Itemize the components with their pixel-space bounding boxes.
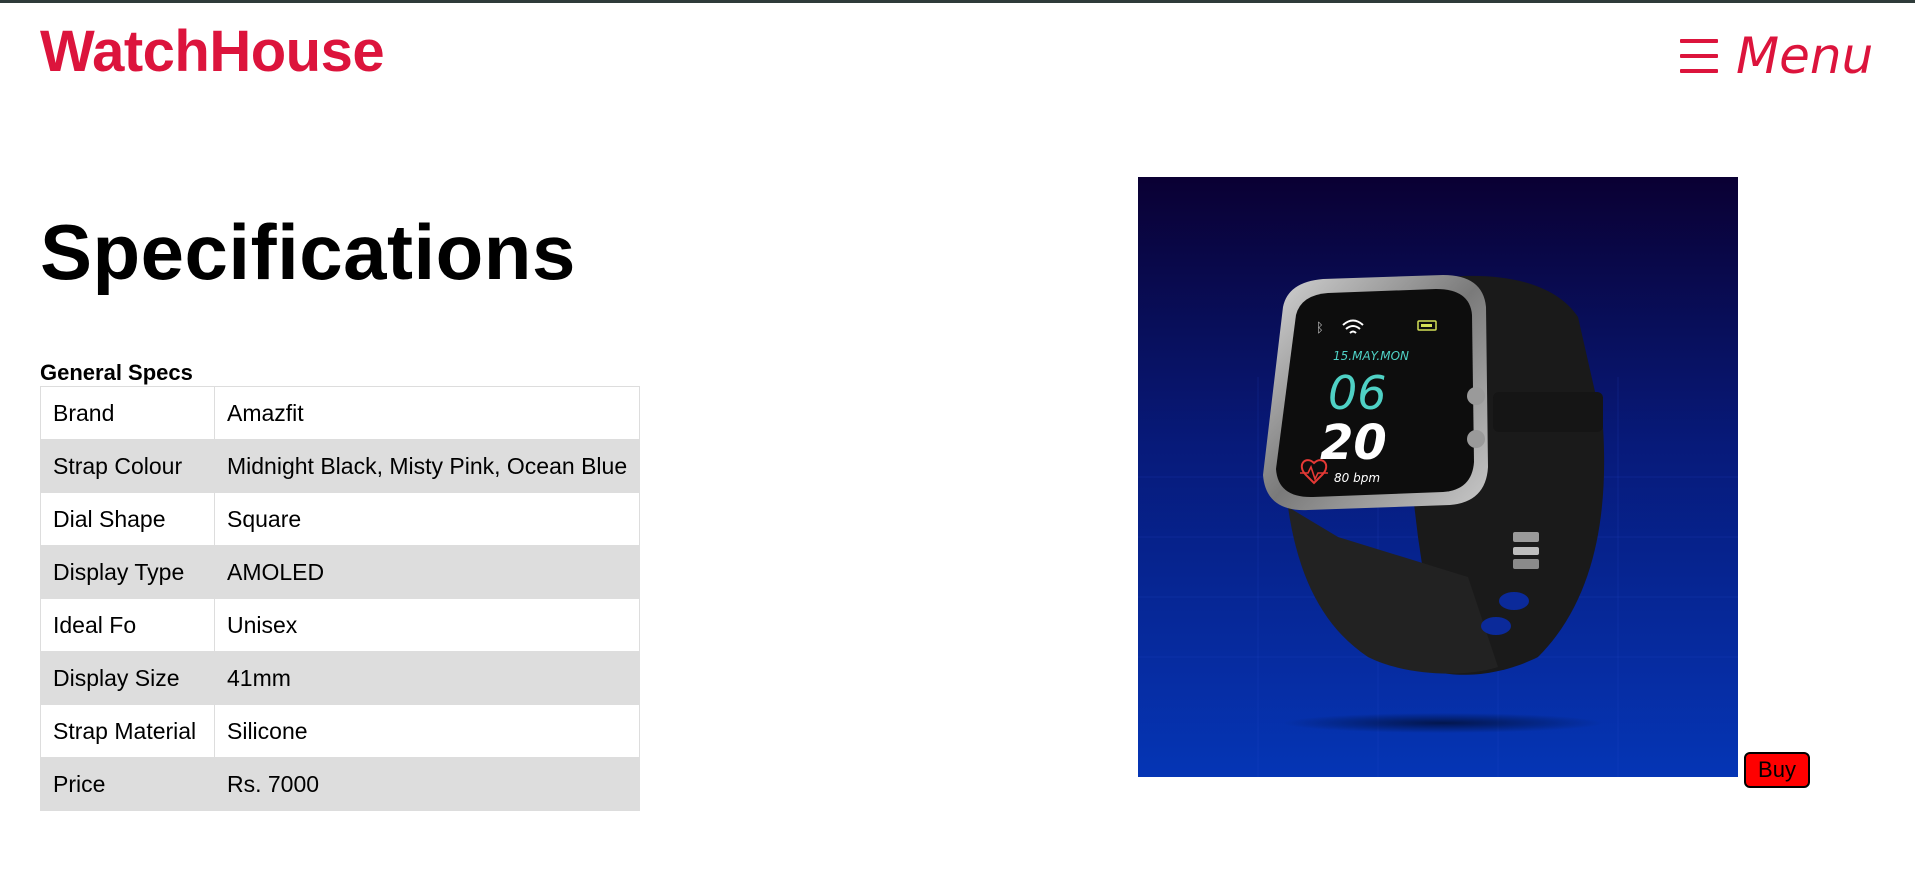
hamburger-icon (1680, 39, 1718, 73)
table-row: Price Rs. 7000 (40, 757, 641, 811)
spec-label: Display Size (40, 651, 215, 705)
watch-hour-text: 06 (1328, 366, 1387, 420)
product-image: ᛒ 15.MAY.MON 06 20 80 bpm (1138, 177, 1738, 777)
spec-value: Silicone (213, 704, 641, 758)
table-row: Brand Amazfit (40, 386, 641, 440)
svg-text:ᛒ: ᛒ (1316, 321, 1324, 336)
spec-label: Price (40, 757, 215, 811)
spec-label: Strap Colour (40, 439, 215, 493)
table-row: Display Type AMOLED (40, 545, 641, 599)
spec-label: Brand (40, 386, 215, 440)
heart-rate-text: 80 bpm (1334, 471, 1380, 485)
specs-table: Brand Amazfit Strap Colour Midnight Blac… (40, 386, 641, 811)
spec-value: Square (213, 492, 641, 546)
spec-label: Dial Shape (40, 492, 215, 546)
spec-value: Rs. 7000 (213, 757, 641, 811)
specs-caption: General Specs (40, 360, 193, 385)
table-row: Display Size 41mm (40, 651, 641, 705)
table-row: Strap Material Silicone (40, 704, 641, 758)
menu-label: Menu (1736, 27, 1874, 85)
menu-button[interactable]: Menu (1680, 31, 1873, 81)
page-title: Specifications (40, 208, 576, 296)
spec-value: Midnight Black, Misty Pink, Ocean Blue (213, 439, 641, 493)
site-logo[interactable]: WatchHouse (40, 23, 385, 81)
spec-label: Ideal Fo (40, 598, 215, 652)
table-row: Strap Colour Midnight Black, Misty Pink,… (40, 439, 641, 493)
spec-value: 41mm (213, 651, 641, 705)
spec-value: Amazfit (213, 386, 641, 440)
spec-label: Strap Material (40, 704, 215, 758)
table-row: Dial Shape Square (40, 492, 641, 546)
watch-date-text: 15.MAY.MON (1333, 349, 1409, 363)
spec-value: AMOLED (213, 545, 641, 599)
table-row: Ideal Fo Unisex (40, 598, 641, 652)
buy-button[interactable]: Buy (1744, 752, 1810, 788)
spec-label: Display Type (40, 545, 215, 599)
watch-minute-text: 20 (1320, 415, 1387, 471)
spec-value: Unisex (213, 598, 641, 652)
